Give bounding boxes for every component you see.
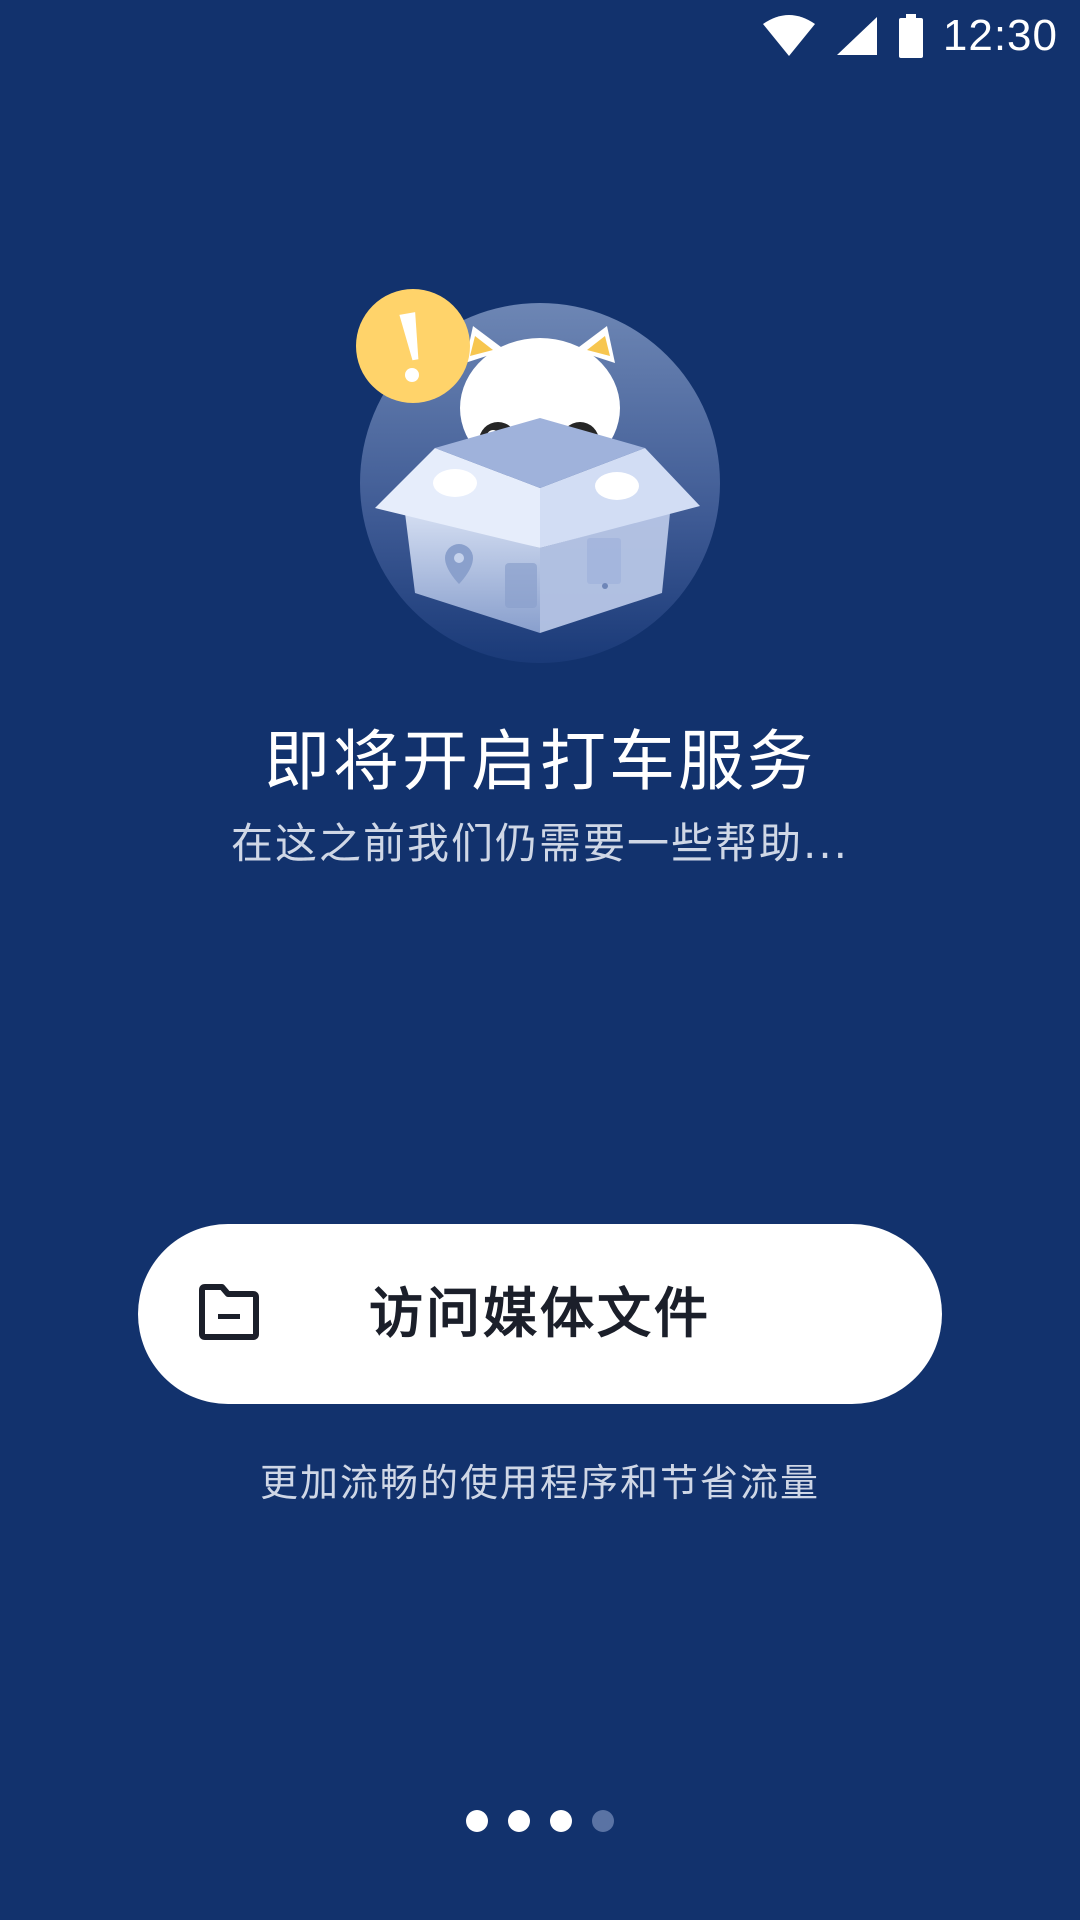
permission-hint: 更加流畅的使用程序和节省流量	[259, 1461, 820, 1505]
page-dot-4[interactable]	[592, 1810, 614, 1832]
status-time: 12:30	[942, 11, 1058, 60]
page-dot-1[interactable]	[466, 1810, 488, 1832]
battery-icon	[898, 14, 923, 58]
page-dot-3[interactable]	[550, 1810, 572, 1832]
page-indicator	[0, 1810, 1080, 1832]
status-icons: 12:30	[761, 10, 1058, 62]
cat-in-box-illustration	[355, 288, 725, 668]
alert-badge-icon	[356, 289, 470, 403]
page-dot-2[interactable]	[508, 1810, 530, 1832]
page-subtitle: 在这之前我们仍需要一些帮助...	[230, 819, 850, 868]
cellular-signal-icon	[836, 17, 877, 55]
status-bar: 12:30	[0, 0, 1080, 72]
access-media-files-label: 访问媒体文件	[369, 1282, 711, 1345]
wifi-icon	[762, 15, 815, 56]
page-title: 即将开启打车服务	[264, 723, 816, 800]
access-media-files-button[interactable]: 访问媒体文件	[138, 1224, 942, 1404]
